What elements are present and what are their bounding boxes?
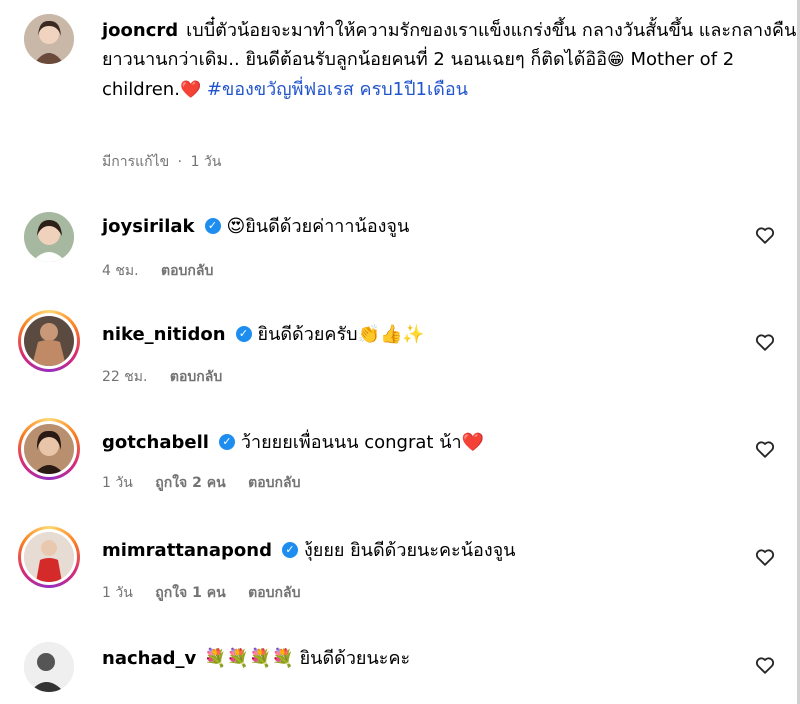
avatar-image (24, 642, 74, 692)
comment-username[interactable]: joysirilak (102, 216, 195, 237)
verified-badge-icon: ✓ (281, 541, 298, 558)
comment-meta: 1 วัน ถูกใจ 2 คน ตอบกลับ (102, 472, 318, 494)
likes-count[interactable]: ถูกใจ 1 คน (155, 585, 225, 601)
reply-button[interactable]: ตอบกลับ (248, 585, 300, 601)
meta-dot: · (177, 154, 183, 170)
story-ring[interactable] (18, 310, 80, 372)
heart-outline-icon[interactable] (754, 331, 776, 353)
comment-time[interactable]: 1 วัน (102, 475, 133, 491)
comment-time[interactable]: 4 ชม. (102, 263, 139, 279)
comment-body: ว้ายยยเพื่อนนน congrat น้า❤️ (240, 432, 485, 453)
story-ring[interactable] (18, 526, 80, 588)
avatar-image (24, 316, 74, 366)
story-ring[interactable] (18, 418, 80, 480)
heart-emoji: ❤️ (179, 80, 202, 100)
caption-text: jooncrd เบบี๋ตัวน้อยจะมาทำให้ความรักของเร… (102, 16, 800, 105)
avatar-image (24, 532, 74, 582)
avatar-image (24, 424, 74, 474)
comment-username[interactable]: nike_nitidon (102, 324, 226, 345)
avatar[interactable] (24, 14, 74, 64)
caption-time[interactable]: 1 วัน (191, 154, 222, 170)
reply-button[interactable]: ตอบกลับ (161, 263, 213, 279)
edited-label: มีการแก้ไข (102, 154, 170, 170)
comment-text: gotchabell ✓ ว้ายยยเพื่อนนน congrat น้า❤️ (102, 430, 484, 456)
comment-meta: 22 ชม. ตอบกลับ (102, 366, 240, 388)
verified-badge-icon: ✓ (204, 217, 221, 234)
heart-outline-icon[interactable] (754, 546, 776, 568)
comment-text: mimrattanapond ✓ งุ้ยยย ยินดีด้วยนะคะน้องจ… (102, 538, 515, 564)
comment-text: nike_nitidon ✓ ยินดีด้วยครับ👏👍✨ (102, 322, 425, 348)
comment-body: 💐💐💐💐 ยินดีด้วยนะคะ (204, 648, 411, 669)
reply-button[interactable]: ตอบกลับ (248, 475, 300, 491)
comment-meta: 1 วัน ถูกใจ 1 คน ตอบกลับ (102, 582, 318, 604)
likes-count[interactable]: ถูกใจ 2 คน (155, 475, 225, 491)
heart-outline-icon[interactable] (754, 438, 776, 460)
comment-username[interactable]: nachad_v (102, 648, 196, 669)
comment-time[interactable]: 22 ชม. (102, 369, 147, 385)
avatar[interactable] (24, 642, 74, 692)
comment-text: nachad_v 💐💐💐💐 ยินดีด้วยนะคะ (102, 646, 410, 672)
heart-outline-icon[interactable] (754, 224, 776, 246)
avatar (24, 532, 74, 582)
reply-button[interactable]: ตอบกลับ (170, 369, 222, 385)
avatar[interactable] (24, 212, 74, 262)
grin-emoji: 😁 (607, 50, 625, 70)
comment-text: joysirilak ✓ 😍ยินดีด้วยค่าาาน้องจูน (102, 214, 409, 240)
avatar-image (24, 14, 74, 64)
comment-body: 😍ยินดีด้วยค่าาาน้องจูน (226, 216, 410, 237)
verified-badge-icon: ✓ (235, 325, 252, 342)
comment-time[interactable]: 1 วัน (102, 585, 133, 601)
comment-username[interactable]: mimrattanapond (102, 540, 272, 561)
comment-username[interactable]: gotchabell (102, 432, 209, 453)
avatar (24, 424, 74, 474)
hashtag-link[interactable]: #ของขวัญพี่ฟอเรส ครบ1ปี1เดือน (207, 79, 468, 100)
avatar-image (24, 212, 74, 262)
avatar (24, 316, 74, 366)
comment-body: ยินดีด้วยครับ👏👍✨ (257, 324, 425, 345)
comment-meta: 4 ชม. ตอบกลับ (102, 260, 231, 282)
caption-meta: มีการแก้ไข · 1 วัน (102, 151, 239, 173)
comment-body: งุ้ยยย ยินดีด้วยนะคะน้องจูน (303, 540, 516, 561)
verified-badge-icon: ✓ (218, 433, 235, 450)
heart-outline-icon[interactable] (754, 654, 776, 676)
caption-username[interactable]: jooncrd (102, 20, 178, 41)
